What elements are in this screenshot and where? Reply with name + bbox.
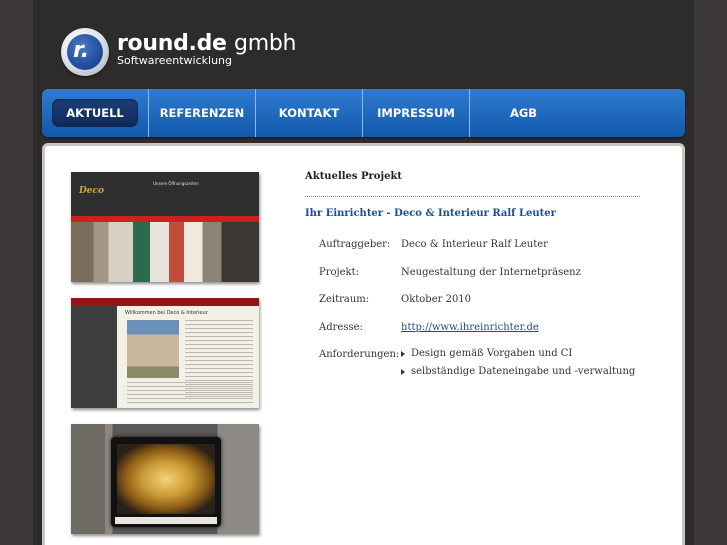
thumb2-title: Willkommen bei Deco & Interieur [125,310,208,316]
nav-label: AGB [509,106,538,120]
requirement-item: selbständige Dateneingabe und -verwaltun… [401,363,635,381]
project-thumbnail-2[interactable]: Willkommen bei Deco & Interieur [71,298,259,408]
detail-value: Oktober 2010 [401,294,472,305]
thumb1-info: Unsere Öffnungszeiten [153,181,199,186]
detail-row: Auftraggeber: Deco & Interieur Ralf Leut… [319,239,639,267]
detail-row: Projekt: Neugestaltung der Internetpräse… [319,267,639,295]
divider [305,196,640,197]
brand[interactable]: round.de gmbh Softwareentwicklung [117,31,296,67]
website-link[interactable]: http://www.ihreinrichter.de [401,322,539,333]
thumb1-header: Deco Unsere Öffnungszeiten [71,172,259,216]
thumb2-house-image [127,320,179,378]
thumb2-text-lines-bottom [127,382,253,404]
nav-item-aktuell[interactable]: AKTUELL [42,89,149,137]
nav-label: IMPRESSUM [377,106,455,120]
nav-item-agb[interactable]: AGB [470,89,577,137]
logo-mark: r. [73,38,90,63]
nav-item-referenzen[interactable]: REFERENZEN [149,89,256,137]
thumb1-brand-script: Deco [79,186,105,196]
project-title: Ihr Einrichter - Deco & Interieur Ralf L… [305,208,556,219]
thumb1-brand: Deco [79,186,104,196]
nav-label: REFERENZEN [159,106,245,120]
project-heading: Aktuelles Projekt [305,171,402,182]
project-thumbnail-1[interactable]: Deco Unsere Öffnungszeiten [71,172,259,282]
details-table: Auftraggeber: Deco & Interieur Ralf Leut… [319,239,639,385]
nav-label: KONTAKT [278,106,340,120]
thumb3-gold-ornament-image [117,444,215,514]
detail-label: Zeitraum: [319,294,370,305]
nav-label: AKTUELL [52,99,138,127]
project-thumbnail-3[interactable] [71,424,259,534]
detail-row: Zeitraum: Oktober 2010 [319,294,639,322]
thumb2-sidebar [71,306,117,408]
detail-label: Auftraggeber: [319,239,391,250]
thumb1-image [71,216,259,282]
detail-label: Adresse: [319,321,363,333]
requirements-list: Design gemäß Vorgaben und CI selbständig… [401,348,635,385]
detail-label: Projekt: [319,266,359,278]
project-details: Aktuelles Projekt Ihr Einrichter - Deco … [305,171,645,377]
detail-value: Neugestaltung der Internetpräsenz [401,266,581,278]
detail-row-requirements: Anforderungen: Design gemäß Vorgaben und… [319,348,639,385]
nav-item-kontakt[interactable]: KONTAKT [256,89,363,137]
detail-value: Deco & Interieur Ralf Leuter [401,239,548,250]
thumb2-bar [71,298,259,306]
nav-item-impressum[interactable]: IMPRESSUM [363,89,470,137]
thumb1-strip [71,216,259,222]
thumb3-lightbox-controls [115,517,217,524]
main-nav: AKTUELL REFERENZEN KONTAKT IMPRESSUM AGB [42,89,685,137]
content-panel: Deco Unsere Öffnungszeiten Willkommen be… [42,143,685,545]
requirement-item: Design gemäß Vorgaben und CI [401,345,635,363]
detail-label: Anforderungen: [319,349,400,360]
brand-name-main: round.de [117,31,227,56]
brand-name-suffix: gmbh [234,31,297,56]
